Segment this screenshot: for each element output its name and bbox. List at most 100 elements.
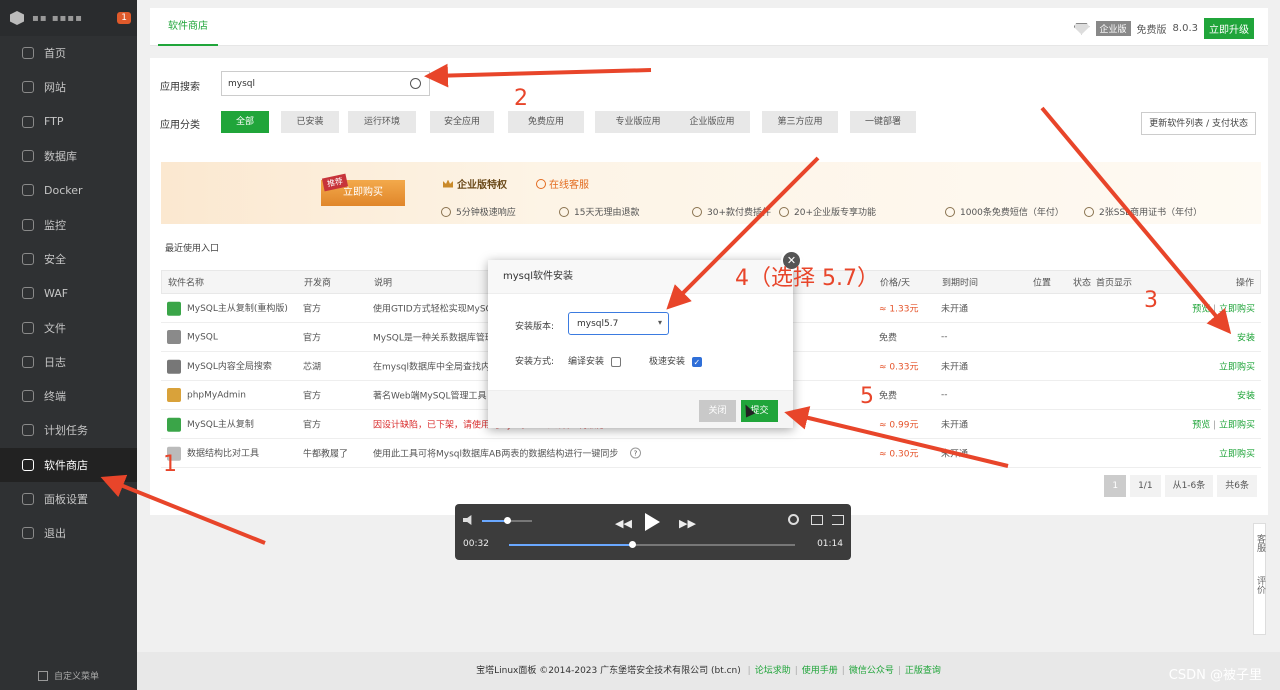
version-select[interactable]: mysql5.7 ▾ <box>568 312 669 335</box>
home-icon <box>22 47 34 60</box>
close-button[interactable]: 关闭 <box>699 400 736 422</box>
page-count: 1/1 <box>1130 475 1161 497</box>
sidebar-item-3[interactable]: 数据库 <box>0 139 137 173</box>
price: 免费 <box>879 333 898 344</box>
compile-checkbox[interactable] <box>610 356 621 367</box>
preview-link[interactable]: 预览 <box>1192 305 1210 315</box>
sidebar-item-7[interactable]: WAF <box>0 276 137 310</box>
action-link[interactable]: 立即购买 <box>1219 421 1255 431</box>
footer-link[interactable]: 使用手册 <box>802 666 838 676</box>
sidebar-item-1[interactable]: 网站 <box>0 70 137 104</box>
action-cell: 预览 | 立即购买 <box>1192 418 1255 431</box>
category-button-2[interactable]: 运行环境 <box>348 111 416 133</box>
help-icon[interactable]: ? <box>630 447 641 459</box>
category-button-7[interactable]: 第三方应用 <box>762 111 838 133</box>
sidebar-item-4[interactable]: Docker <box>0 173 137 207</box>
preview-link[interactable]: 预览 <box>1192 421 1210 431</box>
logout-icon <box>22 527 34 540</box>
review-button[interactable]: 评价 <box>1254 576 1266 594</box>
gear-icon[interactable] <box>788 514 799 525</box>
category-label: 应用分类 <box>160 120 200 131</box>
separator: | <box>1210 420 1219 431</box>
action-link[interactable]: 安装 <box>1237 392 1255 402</box>
subtitle-icon[interactable] <box>832 515 844 525</box>
description: 使用GTID方式轻松实现MySQ <box>373 304 493 315</box>
software-icon <box>167 417 181 432</box>
compile-option[interactable]: 编译安装 <box>568 354 621 367</box>
sidebar-item-14[interactable]: 退出 <box>0 516 137 550</box>
sidebar-item-0[interactable]: 首页 <box>0 36 137 70</box>
topbar: 软件商店 企业版 免费版 8.0.3 立即升级 <box>150 8 1268 46</box>
upgrade-button[interactable]: 立即升级 <box>1204 18 1254 39</box>
price: ≈ 1.33元 <box>879 304 919 315</box>
fast-checkbox[interactable]: ✓ <box>691 356 702 367</box>
column-header: 首页显示 <box>1096 278 1133 289</box>
feature-label: 1000条免费短信（年付） <box>960 208 1064 218</box>
sidebar-item-label: 终端 <box>44 390 66 404</box>
category-button-4[interactable]: 免费应用 <box>508 111 584 133</box>
category-button-0[interactable]: 全部 <box>221 111 269 133</box>
feature-item: 5分钟极速响应 <box>441 205 516 218</box>
duration-time: 01:14 <box>817 539 843 549</box>
notification-badge[interactable]: 1 <box>117 12 131 24</box>
annotation-number-1: 1 <box>163 452 177 477</box>
footer-link[interactable]: 论坛求助 <box>755 666 791 676</box>
column-header: 状态 <box>1073 278 1092 289</box>
clock-icon <box>22 424 34 437</box>
customer-service-button[interactable]: 客服 <box>1254 534 1266 552</box>
separator: | <box>1210 304 1219 315</box>
sidebar-item-6[interactable]: 安全 <box>0 242 137 276</box>
category-button-3[interactable]: 安全应用 <box>430 111 494 133</box>
pagination: 1 1/1 从1-6条 共6条 <box>1100 475 1257 497</box>
progress-knob[interactable] <box>628 541 636 548</box>
sidebar-item-9[interactable]: 日志 <box>0 345 137 379</box>
rewind-icon[interactable]: ◀◀ <box>615 517 632 530</box>
software-name: MySQL内容全局搜索 <box>187 361 272 372</box>
action-link[interactable]: 立即购买 <box>1219 450 1255 460</box>
sidebar-item-11[interactable]: 计划任务 <box>0 413 137 447</box>
expire-date: 未开通 <box>941 362 969 373</box>
search-icon[interactable] <box>410 78 421 89</box>
fast-forward-icon[interactable]: ▶▶ <box>679 517 696 530</box>
online-service-link[interactable]: 在线客服 <box>536 176 589 191</box>
page-range: 从1-6条 <box>1164 475 1214 497</box>
sidebar-item-5[interactable]: 监控 <box>0 207 137 241</box>
action-link[interactable]: 立即购买 <box>1219 363 1255 373</box>
free-edition-label: 免费版 <box>1136 25 1167 36</box>
feature-label: 20+企业版专享功能 <box>794 208 876 218</box>
action-link[interactable]: 立即购买 <box>1219 305 1255 315</box>
category-button-1[interactable]: 已安装 <box>281 111 339 133</box>
column-header: 价格/天 <box>880 278 911 289</box>
sidebar-item-label: WAF <box>44 286 69 300</box>
picture-in-picture-icon[interactable] <box>811 515 823 525</box>
action-link[interactable]: 安装 <box>1237 334 1255 344</box>
sidebar-item-2[interactable]: FTP <box>0 105 137 139</box>
software-name: phpMyAdmin <box>187 390 246 401</box>
description: 在mysql数据库中全局查找内 <box>373 362 490 373</box>
sidebar-item-13[interactable]: 面板设置 <box>0 482 137 516</box>
feature-item: 15天无理由退款 <box>559 205 639 218</box>
category-button-8[interactable]: 一键部署 <box>850 111 916 133</box>
category-button-6[interactable]: 企业版应用 <box>674 111 750 133</box>
developer: 牛都教履了 <box>303 449 349 460</box>
tab-software-store[interactable]: 软件商店 <box>158 8 218 46</box>
sidebar-item-12[interactable]: 软件商店 <box>0 447 137 482</box>
custom-menu-button[interactable]: 自定义菜单 <box>38 669 99 682</box>
page-current[interactable]: 1 <box>1104 475 1127 497</box>
volume-knob[interactable] <box>504 517 511 524</box>
footer-link[interactable]: 正版查询 <box>905 666 941 676</box>
sidebar-item-10[interactable]: 终端 <box>0 379 137 413</box>
search-input[interactable]: mysql <box>221 71 430 96</box>
fast-option[interactable]: 极速安装 ✓ <box>649 354 702 367</box>
price: 免费 <box>879 391 898 402</box>
category-button-5[interactable]: 专业版应用 <box>595 111 681 133</box>
feature-label: 5分钟极速响应 <box>456 208 516 218</box>
play-icon[interactable] <box>645 513 660 531</box>
software-icon <box>167 330 181 344</box>
refresh-list-button[interactable]: 更新软件列表 / 支付状态 <box>1141 112 1256 135</box>
footer-link[interactable]: 微信公众号 <box>849 666 894 676</box>
action-cell: 安装 <box>1237 389 1255 402</box>
volume-icon[interactable] <box>463 515 472 525</box>
sidebar-item-8[interactable]: 文件 <box>0 310 137 344</box>
fast-label: 极速安装 <box>649 357 686 367</box>
